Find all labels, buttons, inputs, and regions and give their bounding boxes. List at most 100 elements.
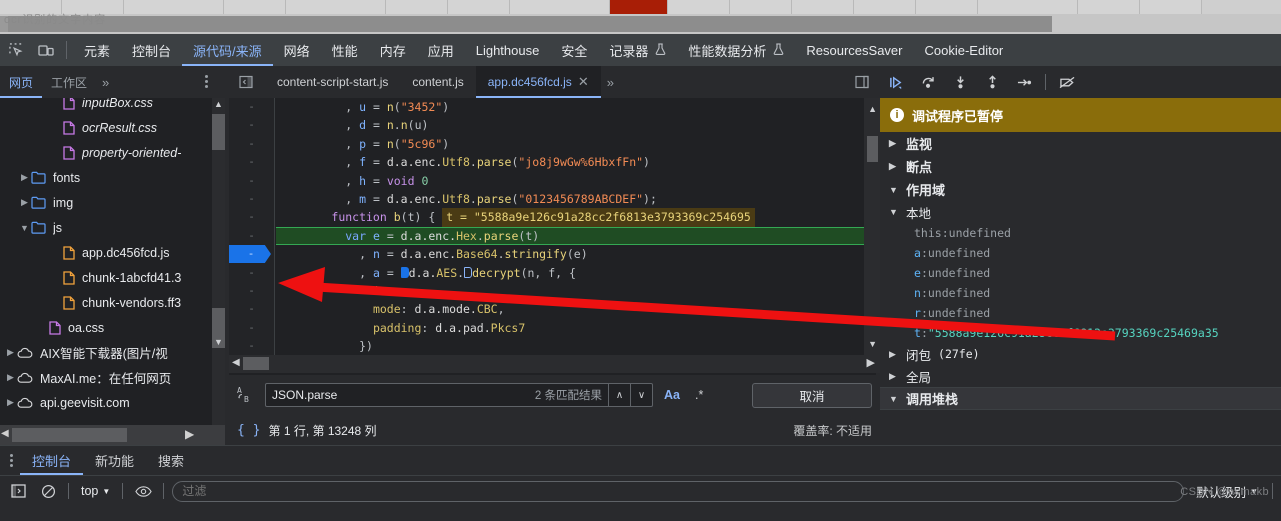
debugger-section-callstack[interactable]: ▼ 调用堆栈 [880, 387, 1281, 410]
file-tree-item[interactable]: ▶ api.geevisit.com [0, 390, 212, 415]
console-sidebar-icon[interactable] [6, 480, 30, 502]
navigator-more-options-icon[interactable] [201, 73, 211, 90]
debugger-section-scope[interactable]: ▼ 作用域 [880, 178, 1281, 201]
code-line[interactable]: , u = n("3452") [276, 98, 864, 116]
file-tree-item[interactable]: ▼ js [0, 215, 212, 240]
scope-variable-row[interactable]: a: undefined [880, 243, 1281, 263]
file-tree-item[interactable]: chunk-vendors.ff3 [0, 290, 212, 315]
panel-tab-1[interactable]: 控制台 [121, 34, 182, 66]
browser-button-5[interactable] [286, 0, 386, 14]
editor-horizontal-scrollbar[interactable]: ◀ ▶ [229, 355, 880, 373]
scope-closure[interactable]: ▶ 闭包 (27fe) [880, 343, 1281, 365]
code-line[interactable]: function b(t) { t = "5588a9e126c91a28cc2… [276, 208, 864, 227]
browser-button-14[interactable] [978, 0, 1078, 14]
browser-button-3[interactable] [124, 0, 224, 14]
code-line[interactable]: var e = d.a.enc.Hex.parse(t) [276, 226, 864, 246]
replace-ab-icon[interactable]: A B [237, 385, 259, 405]
gutter-line[interactable]: - [229, 98, 274, 116]
find-prev-button[interactable]: ∧ [608, 384, 630, 406]
gutter-line[interactable]: - [229, 208, 274, 226]
editor-scroll-up-icon[interactable]: ▲ [868, 104, 877, 114]
editor-hscroll-left-icon[interactable]: ◀ [232, 357, 240, 368]
gutter-line[interactable]: - [229, 116, 274, 134]
browser-button-7[interactable] [448, 0, 510, 14]
code-line[interactable]: , a = d.a.AES. decrypt(n, f, { [276, 264, 864, 282]
resume-button[interactable] [880, 68, 912, 96]
panel-tab-2[interactable]: 源代码/来源 [182, 34, 273, 66]
find-match-case-toggle[interactable]: Aa [659, 388, 685, 402]
drawer-tab-whats-new[interactable]: 新功能 [83, 446, 146, 475]
debugger-section-watch[interactable]: ▶ 监视 [880, 132, 1281, 155]
browser-button-4[interactable] [224, 0, 286, 14]
scope-local[interactable]: ▼ 本地 [880, 201, 1281, 223]
browser-button-12[interactable] [854, 0, 916, 14]
nav-tab-workspace[interactable]: 工作区 [42, 66, 96, 98]
panel-tab-4[interactable]: 性能 [321, 34, 369, 66]
file-tree-hscroll-thumb[interactable] [12, 428, 127, 442]
scope-variable-row[interactable]: r: undefined [880, 303, 1281, 323]
show-debugger-sidebar-icon[interactable] [849, 69, 875, 95]
gutter-line[interactable]: - [229, 282, 274, 300]
browser-button-16[interactable] [1140, 0, 1202, 14]
browser-button-active-red[interactable] [610, 0, 668, 14]
editor-gutter[interactable]: -------------- [229, 98, 275, 355]
code-line[interactable]: , p = n("5c96") [276, 135, 864, 153]
find-cancel-button[interactable]: 取消 [752, 382, 872, 408]
chevron-down-icon[interactable]: ▼ [18, 223, 31, 233]
chevron-right-icon[interactable]: ▶ [4, 347, 17, 358]
gutter-line[interactable]: - [229, 264, 274, 282]
scope-variable-row[interactable]: n: undefined [880, 283, 1281, 303]
file-tree-item[interactable]: property-oriented- [0, 140, 212, 165]
code-line[interactable]: , f = d.a.enc.Utf8.parse("jo8j9wGw%6Hbxf… [276, 153, 864, 171]
console-context-selector[interactable]: top ▼ [77, 484, 114, 498]
step-out-button[interactable] [976, 68, 1008, 96]
gutter-line[interactable]: - [229, 337, 274, 355]
panel-tab-0[interactable]: 元素 [73, 34, 121, 66]
close-icon[interactable]: ✕ [578, 74, 589, 90]
gutter-line[interactable]: - [229, 319, 274, 337]
file-tree-item[interactable]: ocrResult.css [0, 115, 212, 140]
gutter-line[interactable]: - [229, 135, 274, 153]
navigator-file-tree[interactable]: inputBox.css ocrResult.css property-orient… [0, 98, 225, 425]
chevron-right-icon[interactable]: ▶ [4, 397, 17, 408]
panel-tab-6[interactable]: 应用 [417, 34, 465, 66]
source-tabs-overflow-icon[interactable]: » [601, 75, 620, 90]
gutter-line[interactable]: - [229, 172, 274, 190]
breakpoint-chip-icon[interactable] [400, 266, 409, 278]
source-tab-1[interactable]: content.js [400, 66, 475, 98]
console-filter-input[interactable] [172, 480, 1185, 502]
find-input[interactable] [266, 388, 535, 402]
file-tree-item[interactable]: ▶ fonts [0, 165, 212, 190]
panel-tab-11[interactable]: ResourcesSaver [795, 34, 913, 66]
file-tree-item[interactable]: ▶ img [0, 190, 212, 215]
browser-button-11[interactable] [792, 0, 854, 14]
clear-console-icon[interactable] [36, 480, 60, 502]
panel-tab-10[interactable]: 性能数据分析 [677, 34, 795, 66]
file-tree-scroll-thumb[interactable] [212, 114, 225, 150]
device-toolbar-icon[interactable] [32, 36, 60, 64]
file-tree-item[interactable]: ▶ AIX智能下载器(图片/视 [0, 340, 212, 365]
gutter-line[interactable]: - [229, 153, 274, 171]
file-tree-item[interactable]: oa.css [0, 315, 212, 340]
browser-button-9[interactable] [668, 0, 730, 14]
file-tree-item[interactable]: ▶ MaxAI.me：在任何网页 [0, 365, 212, 390]
step-button[interactable] [1008, 68, 1040, 96]
file-tree-scroll-up-icon[interactable]: ▲ [213, 99, 224, 109]
debugger-section-breakpoints[interactable]: ▶ 断点 [880, 155, 1281, 178]
chevron-right-icon[interactable]: ▶ [4, 372, 17, 383]
find-regex-toggle[interactable]: .* [691, 388, 707, 402]
code-line[interactable]: padding: d.a.pad.Pkcs7 [276, 319, 864, 337]
step-into-button[interactable] [944, 68, 976, 96]
file-tree-scrollbar[interactable]: ▲ ▼ [212, 98, 225, 425]
drawer-more-options-icon[interactable] [6, 452, 16, 469]
show-navigator-icon[interactable] [233, 69, 259, 95]
code-line[interactable]: , d = n.n(u) [276, 116, 864, 134]
code-line[interactable]: iv: m, [276, 282, 864, 300]
file-tree-item[interactable]: app.dc456fcd.js [0, 240, 212, 265]
panel-tab-8[interactable]: 安全 [550, 34, 598, 66]
source-code-editor[interactable]: -------------- - , u = n("3452") , d = n… [229, 98, 880, 355]
code-line[interactable]: , m = d.a.enc.Utf8.parse("0123456789ABCD… [276, 190, 864, 208]
panel-tab-12[interactable]: Cookie-Editor [914, 34, 1015, 66]
deactivate-breakpoints-button[interactable] [1051, 68, 1083, 96]
code-line[interactable]: , n = d.a.enc.Base64.stringify(e) [276, 245, 864, 263]
